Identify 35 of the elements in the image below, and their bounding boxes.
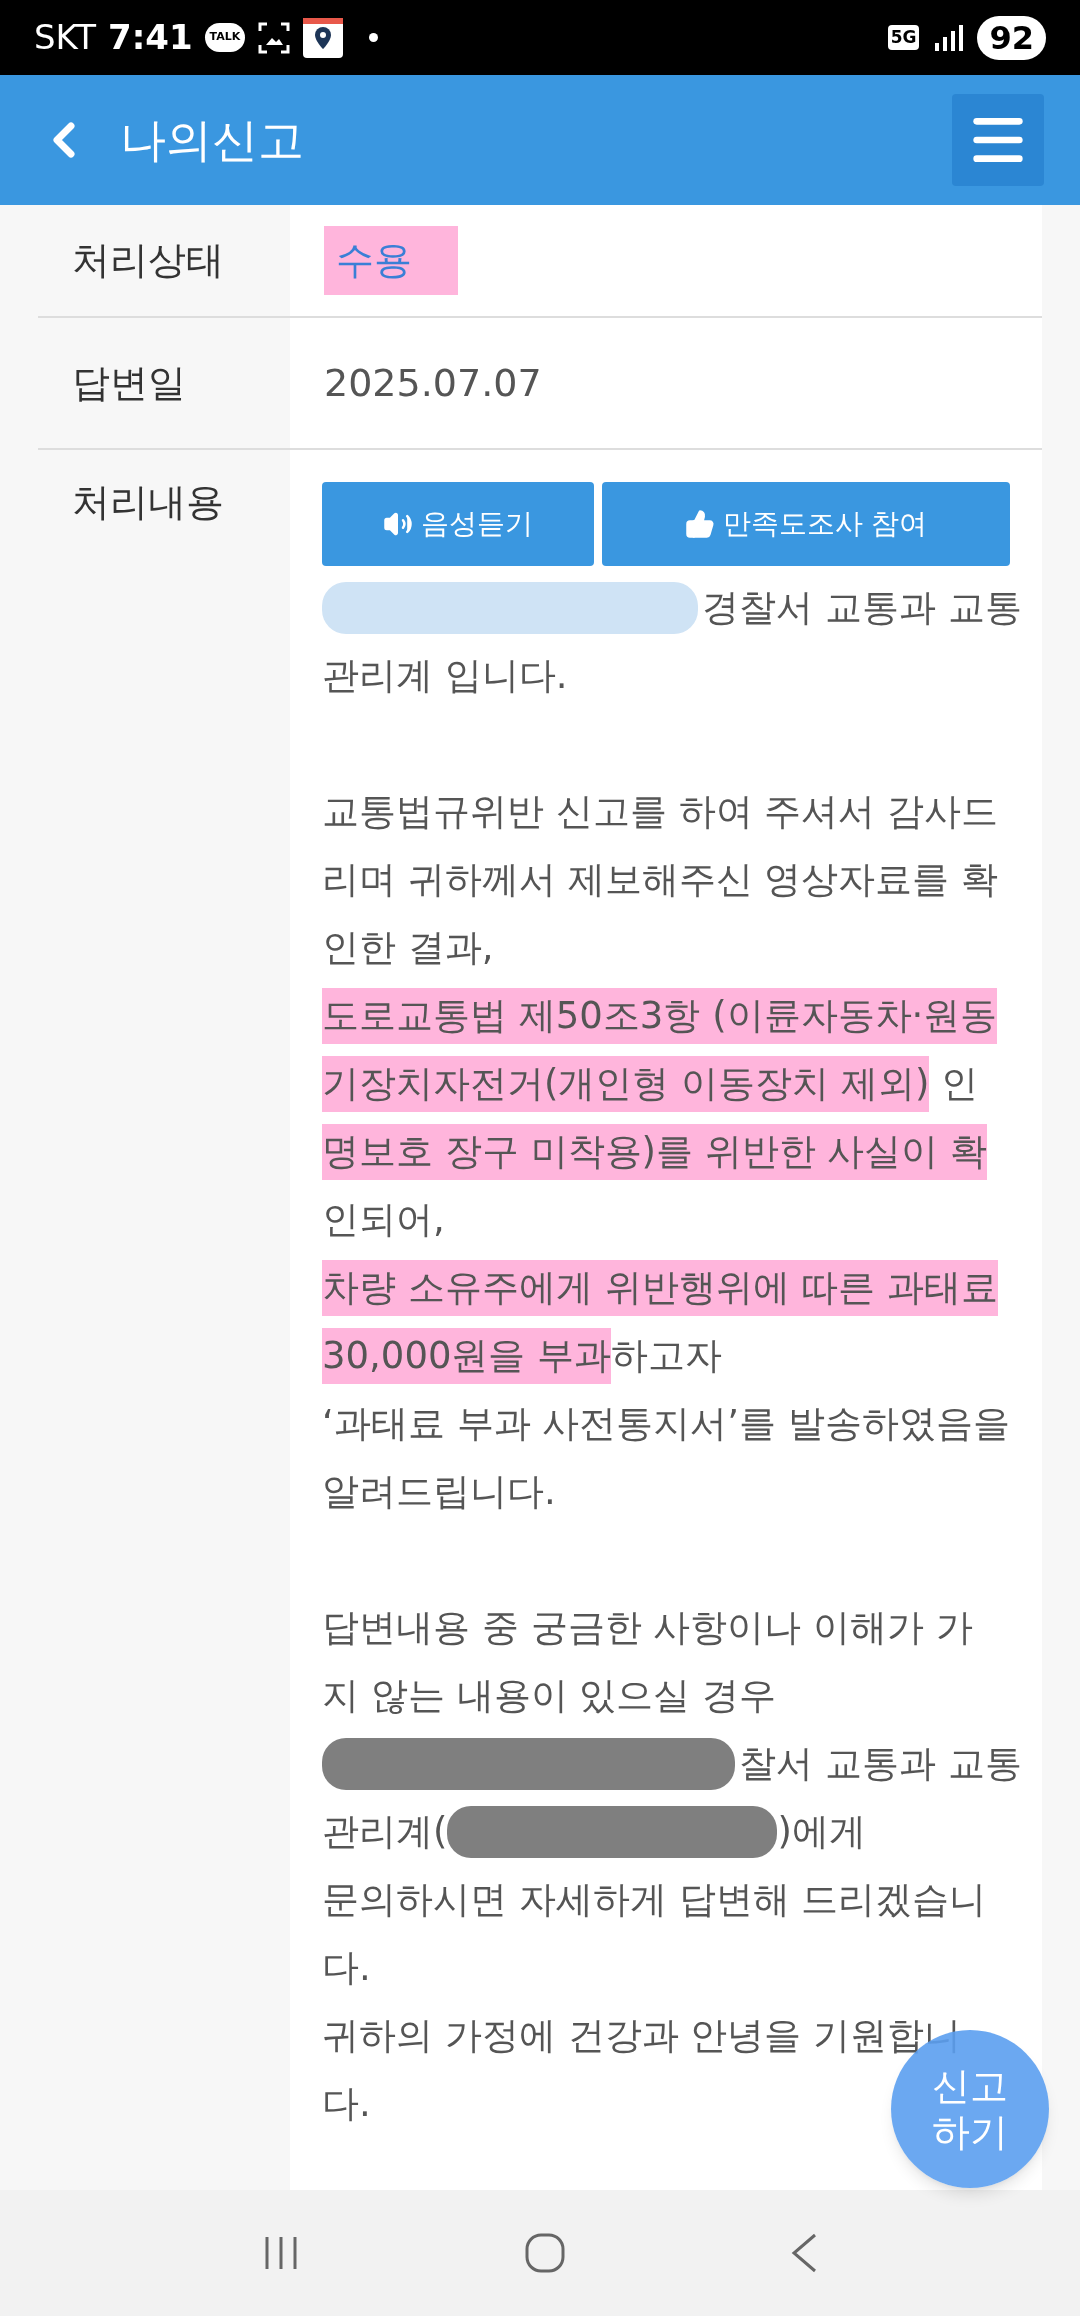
chat-notification-icon: TALK <box>204 23 246 52</box>
body-text: 관리계 입니다. <box>322 653 568 700</box>
field-label: 처리내용 <box>72 480 224 524</box>
body-text: 인한 결과, <box>322 925 494 972</box>
body-text: 인되어, <box>322 1197 445 1244</box>
listen-button[interactable]: 음성듣기 <box>322 482 594 566</box>
body-text: 문의하시면 자세하게 답변해 드리겠습니 <box>322 1877 987 1924</box>
home-icon[interactable] <box>524 2232 566 2274</box>
thumbs-up-icon <box>684 509 715 539</box>
map-pin-app-icon <box>303 17 344 58</box>
network-label: 5G <box>887 24 920 51</box>
body-text: 교통법규위반 신고를 하여 주셔서 감사드 <box>322 789 999 836</box>
clock: 7:41 <box>108 16 193 59</box>
body-text: 리며 귀하께서 제보해주신 영상자료를 확 <box>322 857 999 904</box>
battery-indicator: 92 <box>977 15 1046 60</box>
body-text: 지 않는 내용이 있으실 경우 <box>322 1673 777 1720</box>
status-value: 수용 <box>324 226 458 295</box>
page-title: 나의신고 <box>120 111 305 169</box>
body-text: 알려드립니다. <box>322 1469 556 1516</box>
body-text: 다. <box>322 1945 371 1992</box>
body-text: ‘과태료 부과 사전통지서’를 발송하였음을 <box>322 1401 1010 1448</box>
field-label: 처리상태 <box>72 237 224 284</box>
survey-button[interactable]: 만족도조사 참여 <box>602 482 1010 566</box>
screenshot-icon <box>257 20 292 55</box>
body-text: )에게 <box>777 1809 866 1856</box>
signal-icon <box>933 22 964 53</box>
carrier-label: SKT <box>34 16 96 59</box>
menu-button[interactable] <box>952 94 1044 186</box>
body-text: 경찰서 교통과 교통 <box>702 585 1022 632</box>
body-text: 답변내용 중 궁금한 사항이나 이해가 가 <box>322 1605 973 1652</box>
body-text: 관리계( <box>322 1809 448 1856</box>
body-text: 다. <box>322 2081 371 2128</box>
date-value: 2025.07.07 <box>324 359 542 407</box>
body-text: 찰서 교통과 교통 <box>739 1741 1022 1788</box>
field-label: 답변일 <box>72 359 186 407</box>
